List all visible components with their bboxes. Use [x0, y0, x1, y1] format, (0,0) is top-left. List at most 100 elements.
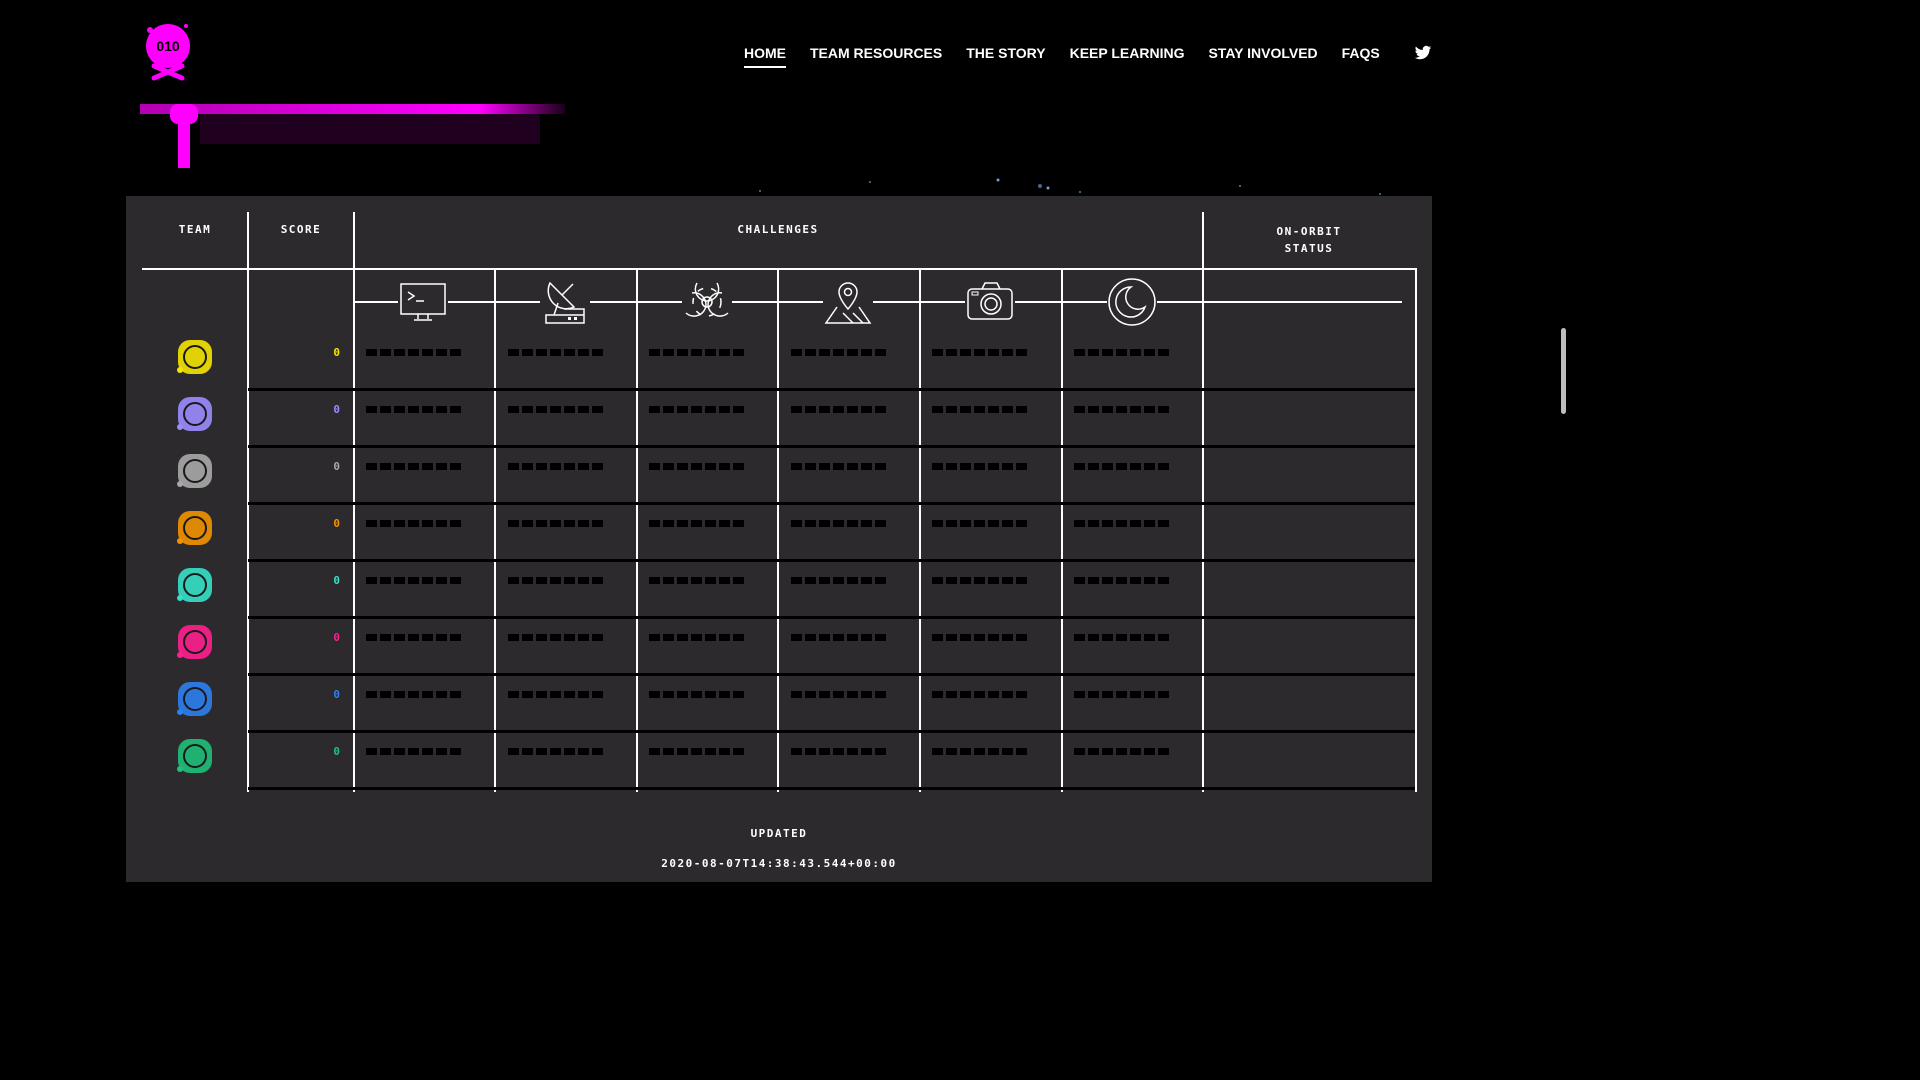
progress-segment — [578, 349, 589, 356]
progress-segment — [536, 463, 547, 470]
progress-segment — [1074, 463, 1085, 470]
progress-segment — [592, 406, 603, 413]
progress-segment — [1144, 349, 1155, 356]
team-grey-dots-icon[interactable] — [172, 448, 218, 494]
challenge-progress — [932, 634, 1027, 642]
team-green-can-icon[interactable] — [172, 733, 218, 779]
progress-segment — [875, 349, 886, 356]
progress-segment — [988, 349, 999, 356]
progress-segment — [550, 748, 561, 755]
progress-segment — [974, 463, 985, 470]
challenge-progress — [508, 349, 603, 357]
progress-segment — [592, 691, 603, 698]
scrollbar-track[interactable] — [1560, 0, 1568, 882]
team-orange-box-icon[interactable] — [172, 505, 218, 551]
biohazard-icon — [682, 277, 732, 327]
team-blue-15-icon[interactable] — [172, 676, 218, 722]
progress-segment — [691, 691, 702, 698]
moon-icon — [1107, 277, 1157, 327]
progress-segment — [1144, 634, 1155, 641]
nav-stay-involved[interactable]: STAY INVOLVED — [1208, 44, 1317, 66]
progress-segment — [422, 577, 433, 584]
progress-segment — [988, 634, 999, 641]
team-samurai-icon[interactable] — [172, 562, 218, 608]
progress-segment — [1102, 463, 1113, 470]
challenge-progress — [791, 748, 886, 756]
progress-segment — [677, 691, 688, 698]
progress-segment — [932, 520, 943, 527]
header-challenges: CHALLENGES — [737, 223, 819, 236]
row-separator — [248, 673, 1415, 676]
progress-segment — [733, 406, 744, 413]
divider — [1415, 268, 1417, 792]
progress-segment — [564, 520, 575, 527]
nav-team-resources[interactable]: TEAM RESOURCES — [810, 44, 942, 66]
nav-home[interactable]: HOME — [744, 44, 786, 68]
progress-segment — [536, 634, 547, 641]
nav-faqs[interactable]: FAQS — [1342, 44, 1380, 66]
progress-segment — [833, 577, 844, 584]
team-5-icon[interactable] — [172, 334, 218, 380]
progress-segment — [649, 577, 660, 584]
progress-segment — [408, 406, 419, 413]
progress-segment — [691, 463, 702, 470]
challenge-progress — [649, 634, 744, 642]
progress-segment — [1116, 463, 1127, 470]
progress-segment — [733, 463, 744, 470]
nav-the-story[interactable]: THE STORY — [966, 44, 1045, 66]
progress-segment — [508, 748, 519, 755]
progress-segment — [564, 406, 575, 413]
challenge-progress — [508, 634, 603, 642]
progress-segment — [875, 406, 886, 413]
progress-segment — [691, 748, 702, 755]
team-pink-hand-icon[interactable] — [172, 619, 218, 665]
progress-segment — [366, 349, 377, 356]
challenge-progress — [791, 577, 886, 585]
challenge-progress — [932, 406, 1027, 414]
progress-segment — [875, 577, 886, 584]
progress-segment — [1002, 463, 1013, 470]
progress-segment — [1016, 577, 1027, 584]
challenge-progress — [366, 691, 461, 699]
progress-segment — [522, 691, 533, 698]
updated-label: UPDATED — [750, 827, 808, 840]
site-header: 010 HOME TEAM RESOURCES THE STORY KEEP L… — [0, 0, 1568, 196]
progress-segment — [960, 691, 971, 698]
nav-keep-learning[interactable]: KEEP LEARNING — [1070, 44, 1185, 66]
progress-segment — [380, 520, 391, 527]
progress-segment — [861, 691, 872, 698]
progress-segment — [394, 634, 405, 641]
progress-segment — [1116, 634, 1127, 641]
progress-segment — [719, 520, 730, 527]
progress-segment — [974, 748, 985, 755]
progress-segment — [677, 520, 688, 527]
scrollbar-thumb[interactable] — [1561, 328, 1566, 414]
progress-segment — [932, 577, 943, 584]
progress-segment — [508, 634, 519, 641]
skull-logo-icon[interactable]: 010 — [140, 18, 196, 82]
progress-segment — [1130, 691, 1141, 698]
team-solar-wine-icon[interactable] — [172, 391, 218, 437]
progress-segment — [819, 577, 830, 584]
progress-segment — [733, 577, 744, 584]
progress-segment — [550, 520, 561, 527]
progress-segment — [805, 577, 816, 584]
twitter-icon[interactable] — [1414, 44, 1432, 62]
progress-segment — [536, 349, 547, 356]
progress-segment — [592, 634, 603, 641]
progress-segment — [833, 349, 844, 356]
progress-segment — [422, 634, 433, 641]
progress-segment — [564, 691, 575, 698]
progress-segment — [719, 634, 730, 641]
progress-segment — [833, 520, 844, 527]
progress-segment — [819, 463, 830, 470]
progress-segment — [1102, 520, 1113, 527]
divider — [494, 268, 496, 792]
progress-segment — [1016, 463, 1027, 470]
challenge-progress — [366, 349, 461, 357]
progress-segment — [733, 634, 744, 641]
progress-segment — [450, 463, 461, 470]
progress-segment — [1130, 577, 1141, 584]
progress-segment — [436, 520, 447, 527]
progress-segment — [578, 748, 589, 755]
